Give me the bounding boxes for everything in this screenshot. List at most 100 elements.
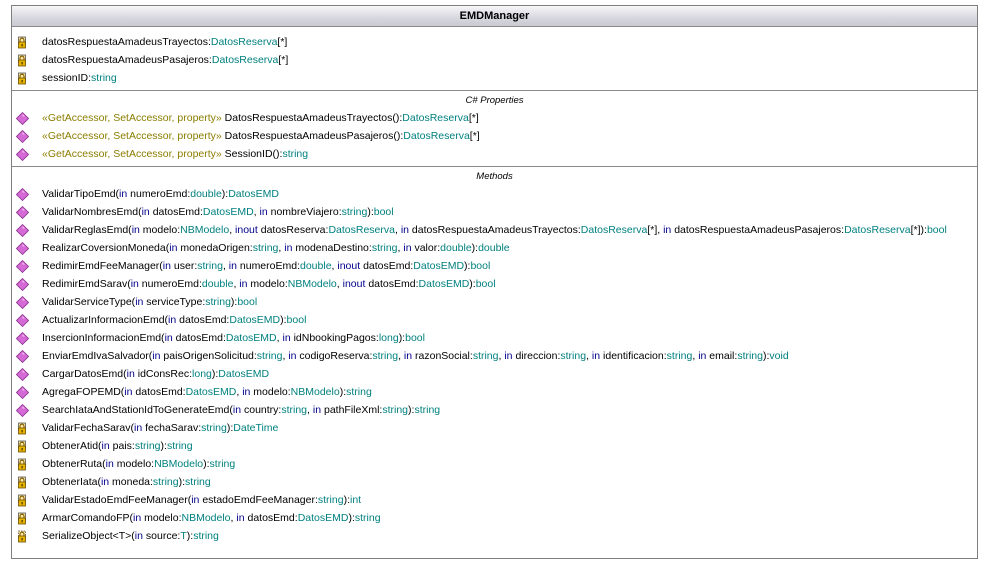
properties-signature: «GetAccessor, SetAccessor, property» Dat…: [42, 109, 479, 127]
methods-row: InsercionInformacionEmd(in datosEmd:Dato…: [12, 329, 977, 347]
signature-token: RedimirEmdFeeManager(: [42, 260, 163, 272]
signature-token: ObtenerRuta(: [42, 458, 106, 470]
signature-token: DatosRespuestaAmadeusPasajeros():: [224, 130, 404, 142]
signature-token: paisOrigenSolicitud:: [160, 350, 257, 362]
signature-token: «GetAccessor, SetAccessor, property»: [42, 148, 225, 160]
methods-row: RedimirEmdFeeManager(in user:string, in …: [12, 257, 977, 275]
fields-signature: datosRespuestaAmadeusTrayectos:DatosRese…: [42, 33, 287, 51]
signature-token: AgregaFOPEMD(: [42, 386, 125, 398]
signature-token: RealizarCoversionMoneda(: [42, 242, 170, 254]
method-icon: [16, 386, 29, 399]
signature-token: idNbookingPagos:: [290, 332, 379, 344]
signature-token: datosEmd:: [132, 386, 186, 398]
signature-token: string: [737, 350, 763, 362]
signature-token: long: [378, 332, 399, 344]
signature-token: in: [259, 206, 268, 218]
signature-token: direccion:: [512, 350, 561, 362]
signature-token: datosEmd:: [149, 206, 203, 218]
signature-token: string: [91, 72, 117, 84]
signature-token: DatosEMD: [225, 332, 277, 344]
lock-icon: [18, 440, 26, 453]
methods-signature: RedimirEmdFeeManager(in user:string, in …: [42, 257, 490, 275]
signature-token: DatosEMD: [228, 188, 279, 200]
signature-token: source:: [142, 530, 181, 542]
signature-token: in: [100, 476, 110, 488]
methods-row: ValidarEstadoEmdFeeManager(in estadoEmdF…: [12, 491, 977, 509]
signature-token: datosRespuestaAmadeusPasajeros:: [42, 54, 212, 66]
signature-token: string: [197, 260, 223, 272]
signature-token: string: [201, 422, 227, 434]
signature-token: DatosReserva: [402, 112, 469, 124]
signature-token: in: [101, 440, 110, 452]
methods-row: EnviarEmdIvaSalvador(in paisOrigenSolici…: [12, 347, 977, 365]
signature-token: datosReserva:: [257, 224, 329, 236]
generic-lock-icon: [18, 530, 26, 543]
signature-token: bool: [286, 314, 307, 326]
methods-signature: ValidarTipoEmd(in numeroEmd:double):Dato…: [42, 185, 279, 203]
signature-token: in: [164, 332, 173, 344]
signature-token: fechaSarav:: [142, 422, 202, 434]
signature-token: serviceType:: [143, 296, 206, 308]
signature-token: modenaDestino:: [292, 242, 372, 254]
signature-token: double: [300, 260, 332, 272]
signature-token: estadoEmdFeeManager:: [199, 494, 318, 506]
signature-token: in: [141, 206, 150, 218]
signature-token: ActualizarInformacionEmd(: [42, 314, 169, 326]
properties-section: C# Properties «GetAccessor, SetAccessor,…: [12, 91, 977, 167]
signature-token: string: [560, 350, 587, 362]
method-icon: [16, 130, 29, 143]
signature-token: DatosEMD: [185, 386, 237, 398]
signature-token: numeroEmd:: [127, 188, 191, 200]
methods-signature: ValidarFechaSarav(in fechaSarav:string):…: [42, 419, 278, 437]
method-icon: [16, 314, 29, 327]
signature-token: datosEmd:: [365, 278, 419, 290]
signature-token: DatosReserva: [580, 224, 648, 236]
signature-token: string: [256, 350, 283, 362]
signature-token: in: [236, 512, 245, 524]
signature-token: datosRespuestaAmadeusTrayectos:: [42, 36, 211, 48]
signature-token: country:: [241, 404, 282, 416]
signature-token: valor:: [411, 242, 441, 254]
signature-token: identificacion:: [600, 350, 667, 362]
signature-token: in: [119, 188, 128, 200]
signature-token: double: [201, 278, 234, 290]
signature-token: string: [193, 530, 219, 542]
signature-token: CargarDatosEmd(: [42, 368, 127, 380]
signature-token: nombreViajero:: [267, 206, 342, 218]
class-title: EMDManager: [12, 6, 977, 27]
methods-row: ValidarReglasEmd(in modelo:NBModelo, ino…: [12, 221, 977, 239]
signature-token: in: [130, 278, 139, 290]
signature-token: bool: [475, 278, 496, 290]
lock-icon: [18, 72, 26, 85]
signature-token: ValidarFechaSarav(: [42, 422, 135, 434]
methods-row: ValidarTipoEmd(in numeroEmd:double):Dato…: [12, 185, 977, 203]
signature-token: pais:: [109, 440, 135, 452]
methods-signature: ValidarEstadoEmdFeeManager(in estadoEmdF…: [42, 491, 361, 509]
signature-token: string: [152, 476, 179, 488]
signature-token: email:: [706, 350, 738, 362]
signature-token: ObtenerAtid(: [42, 440, 102, 452]
signature-token: in: [126, 368, 135, 380]
signature-token: double: [478, 242, 510, 254]
fields-signature: datosRespuestaAmadeusPasajeros:DatosRese…: [42, 51, 288, 69]
methods-signature: ValidarServiceType(in serviceType:string…: [42, 293, 257, 311]
method-icon: [16, 224, 29, 237]
methods-row: ValidarNombresEmd(in datosEmd:DatosEMD, …: [12, 203, 977, 221]
signature-token: in: [282, 332, 291, 344]
signature-token: modelo:: [113, 458, 155, 470]
signature-token: pathFileXml:: [321, 404, 383, 416]
methods-row: ObtenerRuta(in modelo:NBModelo):string: [12, 455, 977, 473]
signature-token: string: [472, 350, 499, 362]
signature-token: DatosEMD: [218, 368, 270, 380]
signature-token: in: [134, 422, 143, 434]
methods-signature: SerializeObject<T>(in source:T):string: [42, 527, 219, 545]
signature-token: [*]: [277, 36, 288, 48]
properties-header: C# Properties: [465, 95, 524, 106]
methods-signature: ObtenerIata(in moneda:string):string: [42, 473, 211, 491]
signature-token: numeroEmd:: [236, 260, 300, 272]
methods-row: ArmarComandoFP(in modelo:NBModelo, in da…: [12, 509, 977, 527]
signature-token: SearchIataAndStationIdToGenerateEmd(: [42, 404, 233, 416]
signature-token: EnviarEmdIvaSalvador(: [42, 350, 153, 362]
signature-token: [*]: [278, 54, 289, 66]
signature-token: string: [414, 404, 441, 416]
